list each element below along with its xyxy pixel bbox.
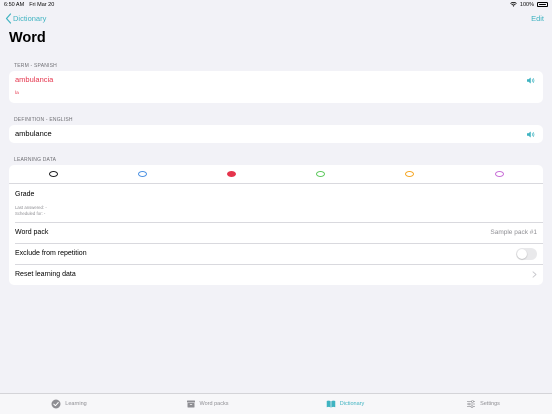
tab-word-packs-label: Word packs [199, 401, 229, 407]
grade-option-6[interactable] [494, 171, 504, 177]
battery-percent: 100% [519, 1, 534, 8]
tab-word-packs[interactable]: Word packs [138, 394, 276, 414]
wifi-icon [510, 2, 517, 7]
exclude-label: Exclude from repetition [15, 250, 87, 257]
sliders-icon [467, 400, 476, 408]
edit-button[interactable]: Edit [531, 14, 544, 23]
grade-option-3[interactable] [226, 171, 236, 177]
page-title: Word [9, 30, 46, 46]
back-button-label: Dictionary [13, 14, 47, 23]
grade-option-4[interactable] [316, 171, 326, 177]
status-time: 6:50 AM [4, 1, 25, 8]
grade-title: Grade [15, 191, 35, 198]
grade-option-2[interactable] [137, 171, 147, 177]
term-article: la [15, 91, 19, 96]
word-pack-label: Word pack [15, 229, 49, 236]
reset-learning-row[interactable]: Reset learning data [9, 264, 543, 285]
status-date: Fri Mar 20 [29, 1, 55, 8]
term-section-header: TERM - SPANISH [14, 63, 57, 69]
speaker-icon[interactable] [526, 76, 535, 85]
speaker-icon[interactable] [526, 130, 535, 139]
book-icon [326, 400, 336, 408]
term-card: ambulancia la [9, 71, 543, 103]
tab-settings[interactable]: Settings [414, 394, 552, 414]
navigation-bar: Dictionary Edit [0, 11, 552, 27]
last-answered: Last answered: - [15, 205, 47, 210]
tab-bar: Learning Word packs Dictionary Settings [0, 393, 552, 414]
exclude-toggle[interactable] [516, 247, 537, 260]
tab-dictionary[interactable]: Dictionary [276, 394, 414, 414]
word-pack-row[interactable]: Word pack Sample pack #1 [9, 222, 543, 243]
definition-card: ambulance [9, 125, 543, 143]
status-bar: 6:50 AM Fri Mar 20 100% [0, 0, 552, 9]
chevron-right-icon [532, 271, 537, 278]
learning-section-header: LEARNING DATA [14, 157, 57, 163]
back-button[interactable]: Dictionary [5, 13, 46, 24]
reset-label: Reset learning data [15, 271, 76, 278]
divider [9, 183, 543, 184]
grade-option-5[interactable] [405, 171, 415, 177]
exclude-row: Exclude from repetition [9, 243, 543, 264]
tab-settings-label: Settings [480, 401, 500, 407]
grade-option-1[interactable] [48, 171, 58, 177]
scheduled-for: Scheduled for: - [15, 211, 46, 216]
definition-word: ambulance [15, 129, 52, 138]
checkmark-circle-icon [51, 399, 61, 409]
definition-section-header: DEFINITION - ENGLISH [14, 117, 73, 123]
term-word: ambulancia [15, 75, 54, 84]
tab-dictionary-label: Dictionary [339, 401, 365, 407]
battery-icon [537, 2, 548, 7]
grade-selector [9, 165, 543, 183]
tab-learning[interactable]: Learning [0, 394, 138, 414]
learning-card: Grade Last answered: - Scheduled for: - … [9, 165, 543, 285]
word-pack-value: Sample pack #1 [490, 229, 537, 236]
chevron-left-icon [5, 13, 12, 24]
archive-box-icon [186, 400, 195, 408]
tab-learning-label: Learning [65, 401, 87, 407]
